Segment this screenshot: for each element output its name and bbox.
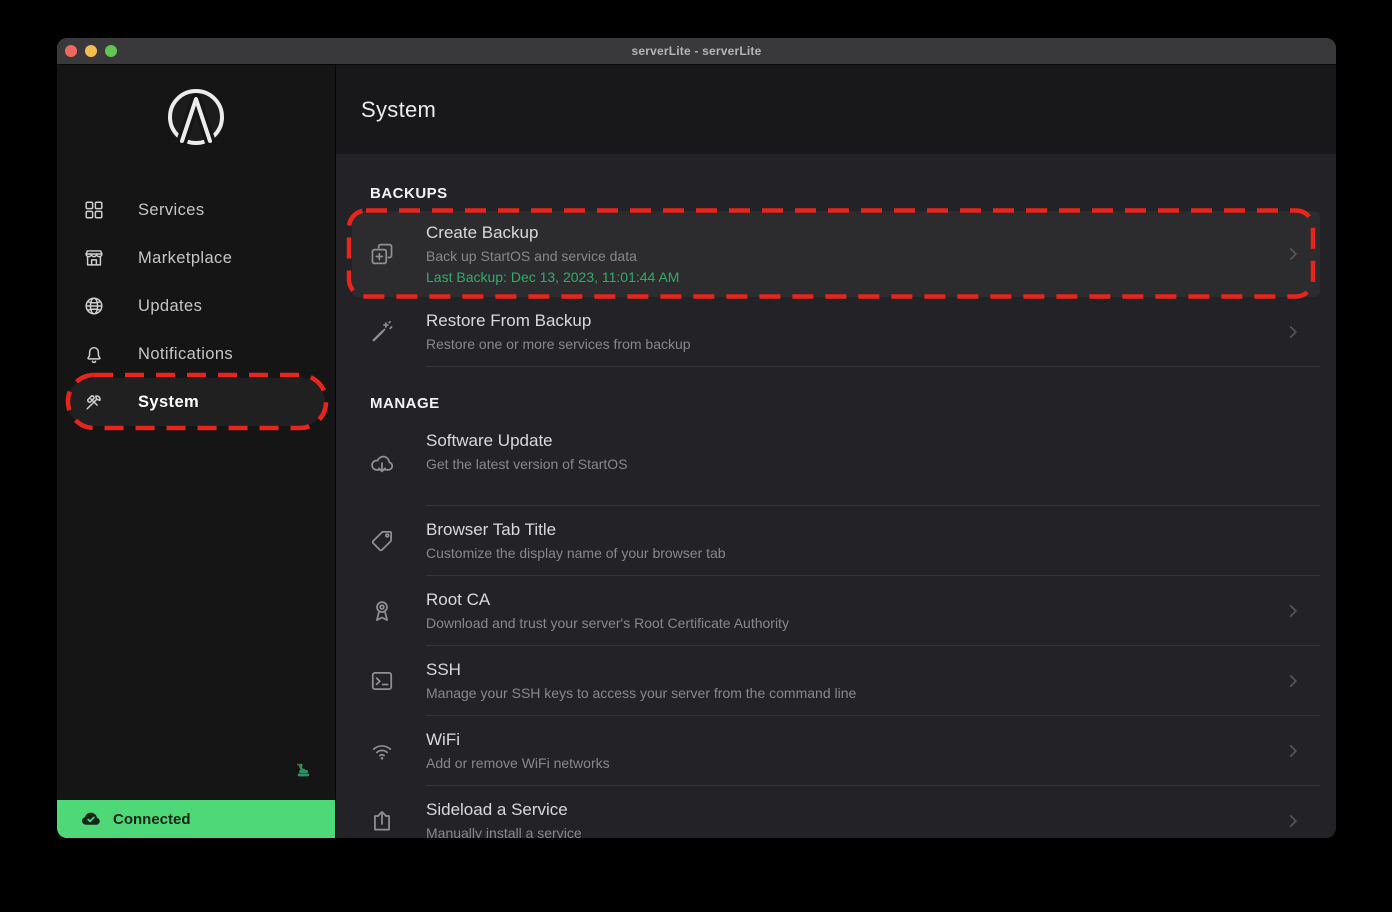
sidebar-item-marketplace[interactable]: Marketplace <box>67 234 325 282</box>
cloud-check-icon <box>80 808 102 830</box>
sidebar-item-label: Updates <box>138 297 202 316</box>
app-body: Services Marketplace Updates Notificatio… <box>57 65 1336 838</box>
grid-icon <box>83 199 105 221</box>
sidebar-item-services[interactable]: Services <box>67 186 325 234</box>
screenshot-stage: serverLite - serverLite Services Marketp <box>0 0 1392 912</box>
sidebar-nav: Services Marketplace Updates Notificatio… <box>57 186 335 426</box>
connection-status-bar: Connected <box>57 800 335 838</box>
section-rows: Create Backup Back up StartOS and servic… <box>352 211 1320 367</box>
page-title: System <box>361 97 436 123</box>
minimize-window-button[interactable] <box>85 45 97 57</box>
magic-wand-icon <box>352 297 426 367</box>
sidebar-item-label: Marketplace <box>138 249 232 268</box>
row-title: Sideload a Service <box>426 799 1283 821</box>
upload-icon <box>352 786 426 838</box>
sidebar-item-label: System <box>138 393 199 412</box>
row-subtitle: Back up StartOS and service data <box>426 247 1283 265</box>
tools-icon <box>83 391 105 413</box>
browser-tab-title-row[interactable]: Browser Tab Title Customize the display … <box>352 506 1320 576</box>
titlebar: serverLite - serverLite <box>57 38 1336 65</box>
row-detail: Last Backup: Dec 13, 2023, 11:01:44 AM <box>426 268 1283 286</box>
sidebar: Services Marketplace Updates Notificatio… <box>57 65 336 838</box>
chevron-right-icon <box>1283 671 1303 691</box>
create-backup-row[interactable]: Create Backup Back up StartOS and servic… <box>352 211 1320 297</box>
chevron-right-icon <box>1283 811 1303 831</box>
chevron-right-icon <box>1283 244 1303 264</box>
connection-status-label: Connected <box>113 811 191 828</box>
wifi-row[interactable]: WiFi Add or remove WiFi networks <box>352 716 1320 786</box>
copy-plus-icon <box>352 211 426 297</box>
row-subtitle: Download and trust your server's Root Ce… <box>426 614 1283 632</box>
sidebar-spacer <box>57 426 335 800</box>
storefront-icon <box>83 247 105 269</box>
sideload-a-service-row[interactable]: Sideload a Service Manually install a se… <box>352 786 1320 838</box>
sidebar-item-system[interactable]: System <box>67 378 325 426</box>
row-subtitle: Manage your SSH keys to access your serv… <box>426 684 1283 702</box>
row-title: WiFi <box>426 729 1283 751</box>
section-rows: Software Update Get the latest version o… <box>352 421 1320 838</box>
sidebar-item-updates[interactable]: Updates <box>67 282 325 330</box>
row-title: Create Backup <box>426 222 1283 244</box>
row-title: SSH <box>426 659 1283 681</box>
sidebar-item-label: Services <box>138 201 204 220</box>
row-subtitle: Get the latest version of StartOS <box>426 455 1303 473</box>
cloud-download-icon <box>352 421 426 506</box>
row-subtitle: Customize the display name of your brows… <box>426 544 1303 562</box>
root-ca-row[interactable]: Root CA Download and trust your server's… <box>352 576 1320 646</box>
window-controls <box>65 38 117 64</box>
start9-logo-icon <box>164 85 228 149</box>
section-header: MANAGE <box>370 395 1320 412</box>
terminal-icon <box>352 646 426 716</box>
snake-icon <box>294 761 313 780</box>
zoom-window-button[interactable] <box>105 45 117 57</box>
globe-icon <box>83 295 105 317</box>
bell-icon <box>83 343 105 365</box>
row-title: Software Update <box>426 430 1303 452</box>
section-header: BACKUPS <box>370 185 1320 202</box>
row-title: Root CA <box>426 589 1283 611</box>
row-subtitle: Add or remove WiFi networks <box>426 754 1283 772</box>
main-content: System BACKUPS Create Backup Back up Sta… <box>336 65 1336 838</box>
row-subtitle: Restore one or more services from backup <box>426 335 1283 353</box>
chevron-right-icon <box>1283 741 1303 761</box>
chevron-right-icon <box>1283 322 1303 342</box>
ssh-row[interactable]: SSH Manage your SSH keys to access your … <box>352 646 1320 716</box>
window-title: serverLite - serverLite <box>631 44 761 58</box>
row-title: Browser Tab Title <box>426 519 1303 541</box>
close-window-button[interactable] <box>65 45 77 57</box>
chevron-right-icon <box>1283 601 1303 621</box>
row-title: Restore From Backup <box>426 310 1283 332</box>
app-window: serverLite - serverLite Services Marketp <box>57 38 1336 838</box>
software-update-row[interactable]: Software Update Get the latest version o… <box>352 421 1320 506</box>
wifi-icon <box>352 716 426 786</box>
section-manage: MANAGE Software Update Get the latest ve… <box>352 395 1320 838</box>
sidebar-item-notifications[interactable]: Notifications <box>67 330 325 378</box>
sidebar-item-label: Notifications <box>138 345 233 364</box>
page-header: System <box>336 65 1336 154</box>
section-backups: BACKUPS Create Backup Back up StartOS an… <box>352 185 1320 367</box>
row-subtitle: Manually install a service <box>426 824 1283 838</box>
ribbon-icon <box>352 576 426 646</box>
settings-list: BACKUPS Create Backup Back up StartOS an… <box>336 154 1336 838</box>
pricetag-icon <box>352 506 426 576</box>
restore-from-backup-row[interactable]: Restore From Backup Restore one or more … <box>352 297 1320 367</box>
